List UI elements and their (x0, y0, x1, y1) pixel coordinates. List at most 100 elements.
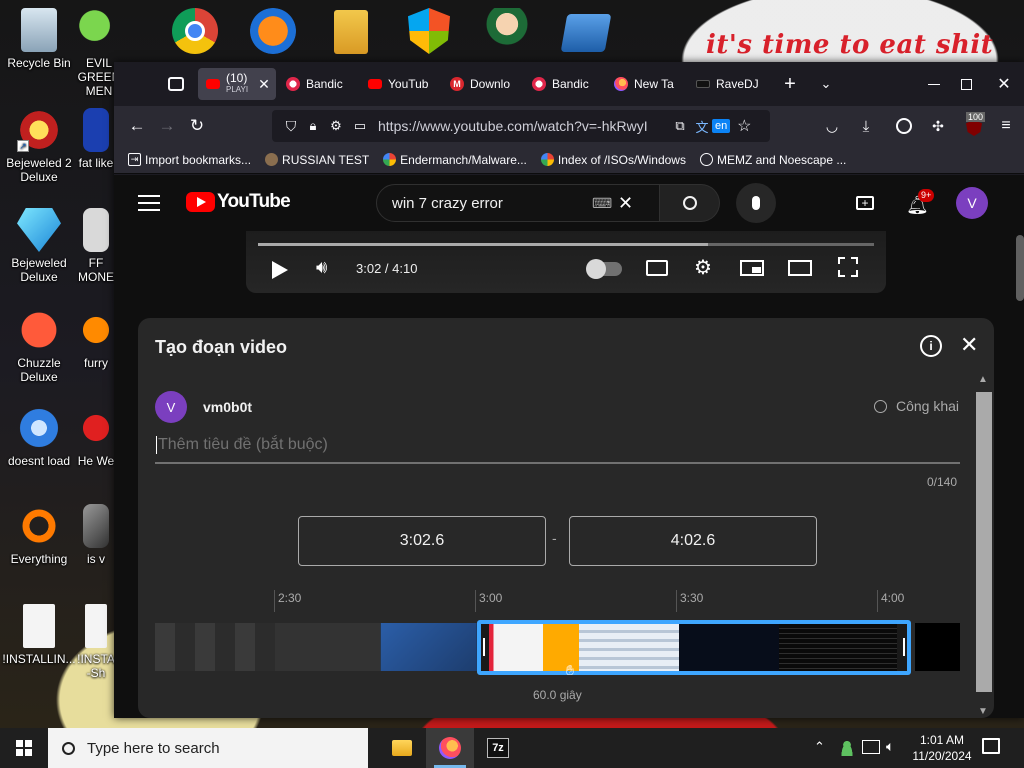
settings-button[interactable]: ⚙ (694, 255, 712, 280)
network-button[interactable] (862, 740, 880, 754)
list-all-tabs-button[interactable]: ⌄ (808, 68, 844, 100)
maximize-button[interactable] (946, 68, 986, 100)
tray-user-icon[interactable] (840, 740, 854, 756)
desktop-icon-thunderbird[interactable]: doesnt load (0, 406, 78, 468)
account-avatar[interactable]: V (956, 187, 988, 219)
app-window-desktop-icon[interactable] (560, 14, 612, 52)
dialog-scrollbar-up[interactable]: ▲ (978, 374, 988, 385)
search-box[interactable]: win 7 crazy error ⌨ ✕ (376, 184, 660, 222)
show-hidden-icons-button[interactable]: ⌃ (814, 739, 825, 755)
dialog-scrollbar-down[interactable]: ▼ (978, 706, 988, 717)
volume-tray-button[interactable]: 🔈︎ (886, 738, 894, 755)
bookmark-endermanch[interactable]: Endermanch/Malware... (383, 153, 527, 167)
clock[interactable]: 1:01 AM 11/20/2024 (902, 732, 982, 764)
youtube-logo[interactable]: YouTube (186, 191, 291, 213)
keyboard-icon[interactable]: ⌨ (592, 195, 618, 212)
progress-bar[interactable] (258, 243, 874, 246)
tab-ravedj[interactable]: RaveDJ (690, 68, 768, 100)
taskbar-search-box[interactable]: Type here to search (48, 728, 368, 768)
desktop-icon-installing[interactable]: !INSTALLIN... (0, 604, 78, 666)
close-window-button[interactable]: ✕ (984, 68, 1024, 100)
visibility-selector[interactable]: Công khai (874, 398, 959, 414)
desktop-icon-ff-mone[interactable]: FF MONE (76, 208, 116, 284)
tab-close-icon[interactable]: ✕ (258, 76, 270, 93)
desktop-icon-fat-like[interactable]: fat like (76, 108, 116, 170)
tracking-shield-icon[interactable]: ⛉ (280, 118, 302, 135)
taskbar-file-explorer[interactable] (378, 728, 426, 768)
desktop-icon-insta-sh[interactable]: !INSTA -Sh (76, 604, 116, 680)
desktop-icon-furry[interactable]: furry (76, 308, 116, 370)
translate-icon[interactable]: 文 (692, 117, 712, 136)
reload-button[interactable]: ↻ (182, 111, 212, 141)
close-dialog-button[interactable]: ✕ (960, 332, 978, 358)
desktop-icon-is-v[interactable]: is v (76, 504, 116, 566)
back-button[interactable]: ← (122, 111, 152, 141)
reader-view-icon[interactable]: ▭ (348, 118, 372, 134)
desktop-icon-bejeweled-2[interactable]: ↗ Bejeweled 2 Deluxe (0, 108, 78, 184)
picture-in-picture-icon[interactable]: ⧉ (668, 118, 692, 134)
volume-button[interactable]: 🔊︎ (316, 257, 327, 278)
fullscreen-button[interactable] (838, 257, 858, 277)
clip-selection[interactable] (477, 620, 911, 675)
clear-search-icon[interactable]: ✕ (618, 193, 644, 214)
game-desktop-icon[interactable] (250, 8, 296, 54)
clip-end-time[interactable]: 4:02.6 (569, 516, 817, 566)
start-button[interactable] (0, 728, 48, 768)
account-button[interactable] (892, 114, 916, 138)
windows-shield-desktop-icon[interactable] (408, 8, 450, 54)
tab-bandicam-1[interactable]: Bandic (280, 68, 358, 100)
app-menu-button[interactable]: ≡ (994, 114, 1018, 138)
video-player[interactable]: 🔊︎ 3:02 / 4:10 ⚙ (246, 231, 886, 293)
desktop-icon-everything[interactable]: Everything (0, 504, 78, 566)
permissions-icon[interactable]: ⚙︎ (324, 118, 348, 134)
folder-desktop-icon[interactable] (334, 10, 368, 54)
clip-title-input[interactable]: Thêm tiêu đề (bắt buộc) (155, 430, 960, 464)
create-button[interactable]: + (852, 191, 878, 215)
dialog-scrollbar[interactable] (976, 392, 992, 692)
url-bar[interactable]: ⛉ 🔒︎ ⚙︎ ▭ https://www.youtube.com/watch?… (272, 110, 770, 142)
translate-language-badge[interactable]: en (712, 119, 731, 133)
character-desktop-icon[interactable] (486, 8, 528, 54)
guide-menu-button[interactable] (136, 191, 162, 215)
clip-start-time[interactable]: 3:02.6 (298, 516, 546, 566)
page-scrollbar[interactable] (1016, 235, 1024, 301)
ublock-button[interactable]: 100 (960, 112, 988, 140)
desktop-icon-recycle-bin[interactable]: Recycle Bin (0, 8, 78, 70)
notifications-button[interactable]: 🔔︎ 9+ (902, 189, 935, 217)
action-center-button[interactable] (982, 738, 1000, 754)
tab-new-tab[interactable]: New Ta (608, 68, 686, 100)
voice-search-button[interactable] (736, 183, 776, 223)
tab-overview-button[interactable] (154, 62, 198, 106)
tab-bandicam-2[interactable]: Bandic (526, 68, 604, 100)
downloads-button[interactable]: ⤓ (854, 114, 878, 138)
search-button[interactable] (660, 184, 720, 222)
theater-mode-button[interactable] (788, 260, 812, 276)
info-button[interactable]: i (920, 335, 942, 357)
bookmark-memz[interactable]: MEMZ and Noescape ... (699, 153, 846, 167)
subtitles-button[interactable] (646, 260, 668, 276)
bookmark-isos[interactable]: Index of /ISOs/Windows (540, 153, 686, 167)
taskbar-firefox[interactable] (426, 728, 474, 768)
search-input[interactable]: win 7 crazy error (392, 195, 592, 212)
pocket-button[interactable]: ◡ (820, 114, 844, 138)
forward-button[interactable]: → (152, 111, 182, 141)
tab-youtube-active[interactable]: (10) PLAYI ✕ (198, 68, 276, 100)
bookmark-import[interactable]: ⇥ Import bookmarks... (128, 153, 251, 167)
autoplay-toggle[interactable] (586, 259, 622, 279)
clip-start-handle[interactable] (483, 638, 485, 656)
extensions-button[interactable]: ✣ (926, 114, 950, 138)
bookmark-star-icon[interactable]: ☆ (730, 116, 758, 136)
desktop-icon-chuzzle[interactable]: Chuzzle Deluxe (0, 308, 78, 384)
desktop-icon-he-we[interactable]: He We (76, 406, 116, 468)
url-text[interactable]: https://www.youtube.com/watch?v=-hkRwyI (378, 118, 668, 134)
taskbar-7zip[interactable]: 7z (474, 728, 522, 768)
clip-end-handle[interactable] (903, 638, 905, 656)
tab-youtube[interactable]: YouTub (362, 68, 440, 100)
tab-download[interactable]: M Downlo (444, 68, 522, 100)
new-tab-button[interactable]: + (772, 68, 808, 100)
desktop-icon-bejeweled[interactable]: Bejeweled Deluxe (0, 208, 78, 284)
lock-icon[interactable]: 🔒︎ (302, 118, 324, 134)
play-button[interactable] (272, 261, 288, 279)
miniplayer-button[interactable] (740, 260, 764, 276)
chrome-desktop-icon[interactable] (172, 8, 218, 54)
